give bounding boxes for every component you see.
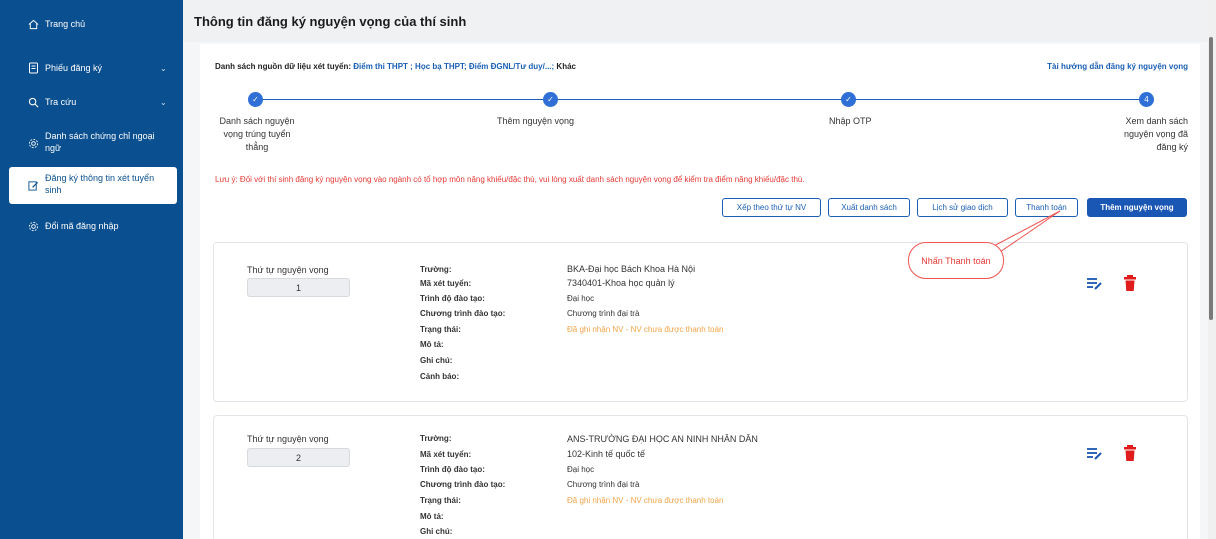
- scrollbar-thumb[interactable]: [1209, 37, 1213, 320]
- payment-callout: Nhấn Thanh toán: [908, 242, 1004, 279]
- callout-arrow-icon: [989, 210, 1061, 253]
